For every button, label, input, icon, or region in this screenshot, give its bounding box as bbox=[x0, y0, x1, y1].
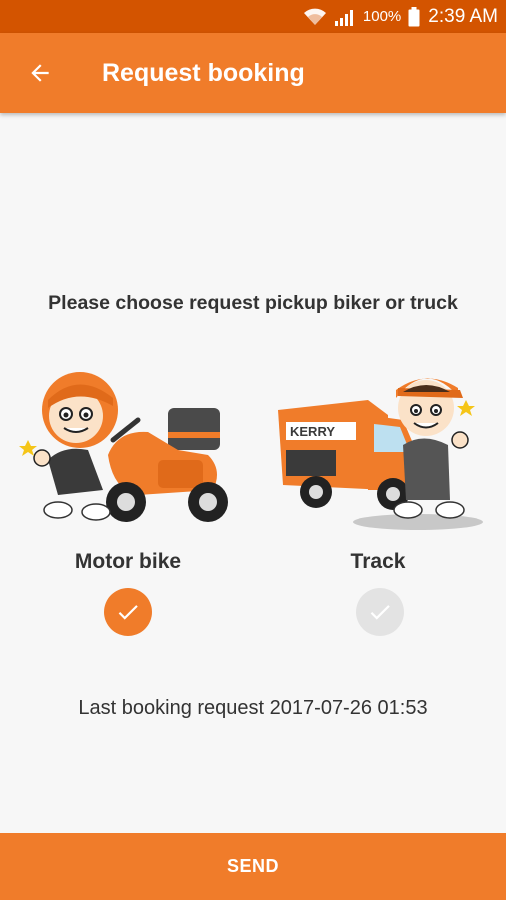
radio-motorbike-selected[interactable] bbox=[104, 588, 152, 636]
signal-icon bbox=[334, 8, 356, 26]
battery-icon bbox=[408, 6, 420, 27]
battery-percent: 100% bbox=[362, 8, 402, 25]
option-label-truck: Track bbox=[350, 550, 406, 573]
option-truck[interactable]: KERRY Track bbox=[268, 360, 488, 640]
truck-brand-text: KERRY bbox=[290, 424, 335, 439]
option-motorbike[interactable]: Motor bike bbox=[18, 360, 238, 640]
clock: 2:39 AM bbox=[428, 5, 498, 27]
status-bar: 100% 2:39 AM bbox=[0, 0, 506, 33]
check-icon bbox=[370, 605, 390, 620]
option-label-motorbike: Motor bike bbox=[74, 550, 182, 573]
radio-truck-unselected[interactable] bbox=[356, 588, 404, 636]
motorbike-courier-illustration bbox=[19, 372, 228, 522]
back-button[interactable] bbox=[0, 33, 80, 113]
last-booking-request-text: Last booking request 2017-07-26 01:53 bbox=[78, 697, 428, 719]
instruction-text: Please choose request pickup biker or tr… bbox=[48, 292, 458, 314]
wifi-icon bbox=[303, 8, 327, 26]
page-title: Request booking bbox=[102, 58, 305, 87]
app-bar: Request booking bbox=[0, 33, 506, 113]
arrow-back-icon bbox=[31, 64, 49, 82]
check-icon bbox=[118, 605, 138, 620]
send-button[interactable]: SEND bbox=[0, 833, 506, 900]
truck-courier-illustration: KERRY bbox=[278, 378, 483, 530]
